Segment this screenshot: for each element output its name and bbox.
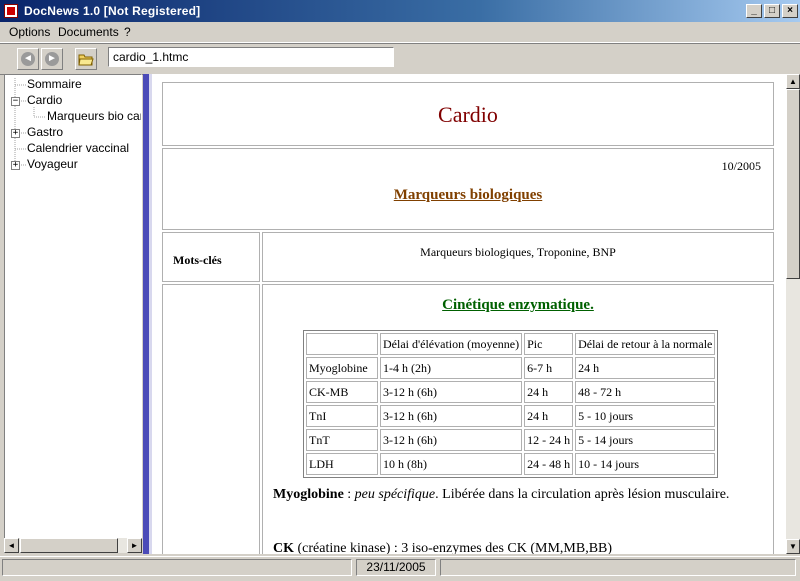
ck-paragraph: CK (créatine kinase) : 3 iso-enzymes des… bbox=[273, 539, 733, 554]
paragraph-emphasis: peu spécifique bbox=[354, 487, 436, 502]
table-cell: 10 - 14 jours bbox=[575, 453, 716, 475]
tree-item-label: Gastro bbox=[27, 125, 64, 139]
table-cell: 24 h bbox=[575, 357, 716, 379]
table-cell: 10 h (8h) bbox=[380, 453, 523, 475]
table-cell: 24 - 48 h bbox=[524, 453, 574, 475]
table-header-row: Délai d'élévation (moyenne) Pic Délai de… bbox=[306, 333, 716, 355]
scroll-thumb[interactable] bbox=[20, 538, 118, 553]
expand-icon[interactable]: + bbox=[11, 129, 20, 138]
myoglobine-paragraph: Myoglobine : peu spécifique. Libérée dan… bbox=[273, 485, 733, 505]
tree-item-sommaire[interactable]: Sommaire bbox=[27, 77, 82, 93]
table-cell: 48 - 72 h bbox=[575, 381, 716, 403]
table-row: LDH 10 h (8h) 24 - 48 h 10 - 14 jours bbox=[306, 453, 716, 475]
tree-item-marqueurs[interactable]: Marqueurs bio cardi bbox=[47, 109, 141, 125]
table-header-cell: Délai de retour à la normale bbox=[575, 333, 716, 355]
tree-item-label: Calendrier vaccinal bbox=[27, 141, 130, 155]
back-button[interactable]: ◄ bbox=[17, 48, 39, 70]
scroll-left-icon[interactable]: ◄ bbox=[4, 538, 19, 553]
section-title: Cinétique enzymatique. bbox=[442, 297, 594, 313]
keywords-label-cell: Mots-clés bbox=[162, 232, 260, 282]
table-cell: 3-12 h (6h) bbox=[380, 405, 523, 427]
title-bar: DocNews 1.0 [Not Registered] _ □ × bbox=[0, 0, 800, 22]
minimize-button[interactable]: _ bbox=[746, 4, 762, 18]
forward-arrow-icon: ► bbox=[45, 52, 59, 66]
back-arrow-icon: ◄ bbox=[21, 52, 35, 66]
expand-icon[interactable]: + bbox=[11, 161, 20, 170]
scroll-thumb[interactable] bbox=[786, 89, 800, 279]
tree-item-calendrier[interactable]: Calendrier vaccinal bbox=[27, 141, 129, 157]
table-header-cell: Délai d'élévation (moyenne) bbox=[380, 333, 523, 355]
table-cell: Myoglobine bbox=[306, 357, 378, 379]
table-row: Myoglobine 1-4 h (2h) 6-7 h 24 h bbox=[306, 357, 716, 379]
scroll-right-icon[interactable]: ► bbox=[127, 538, 142, 553]
table-header-cell: Pic bbox=[524, 333, 574, 355]
tree-item-gastro[interactable]: Gastro bbox=[27, 125, 63, 141]
menu-documents[interactable]: Documents bbox=[58, 25, 119, 39]
table-cell: CK-MB bbox=[306, 381, 378, 403]
table-cell: 24 h bbox=[524, 405, 574, 427]
table-cell: 1-4 h (2h) bbox=[380, 357, 523, 379]
tree-item-label: Sommaire bbox=[27, 77, 82, 91]
status-bar: 23/11/2005 bbox=[0, 556, 800, 581]
table-cell: 5 - 14 jours bbox=[575, 429, 716, 451]
keywords-label: Mots-clés bbox=[173, 253, 222, 267]
tree-horizontal-scrollbar[interactable]: ◄ ► bbox=[4, 538, 142, 553]
paragraph-term: Myoglobine bbox=[273, 487, 344, 502]
table-row: TnI 3-12 h (6h) 24 h 5 - 10 jours bbox=[306, 405, 716, 427]
open-folder-button[interactable] bbox=[75, 48, 97, 70]
paragraph-separator: : bbox=[343, 487, 355, 502]
keywords-value: Marqueurs biologiques, Troponine, BNP bbox=[420, 245, 616, 259]
table-cell: TnI bbox=[306, 405, 378, 427]
keywords-value-cell: Marqueurs biologiques, Troponine, BNP bbox=[262, 232, 774, 282]
tree-item-cardio[interactable]: Cardio bbox=[27, 93, 62, 109]
forward-button[interactable]: ► bbox=[41, 48, 63, 70]
document-subtitle: Marqueurs biologiques bbox=[393, 187, 543, 203]
table-row: CK-MB 3-12 h (6h) 24 h 48 - 72 h bbox=[306, 381, 716, 403]
section-cell: Cinétique enzymatique. Délai d'élévation… bbox=[262, 284, 774, 554]
table-cell: 3-12 h (6h) bbox=[380, 429, 523, 451]
scroll-up-icon[interactable]: ▲ bbox=[786, 74, 800, 89]
folder-icon bbox=[78, 54, 94, 66]
table-cell: 5 - 10 jours bbox=[575, 405, 716, 427]
table-cell: 12 - 24 h bbox=[524, 429, 574, 451]
app-icon[interactable] bbox=[4, 4, 18, 18]
window-title: DocNews 1.0 [Not Registered] bbox=[24, 4, 201, 18]
collapse-icon[interactable]: − bbox=[11, 97, 20, 106]
left-margin-cell bbox=[162, 284, 260, 554]
header-cell: 10/2005 Marqueurs biologiques bbox=[162, 148, 774, 230]
paragraph-text: (créatine kinase) : 3 iso-enzymes des CK… bbox=[294, 541, 613, 554]
scroll-down-icon[interactable]: ▼ bbox=[786, 539, 800, 554]
table-cell: 3-12 h (6h) bbox=[380, 381, 523, 403]
tree-item-label: Voyageur bbox=[27, 157, 78, 171]
enzyme-table: Délai d'élévation (moyenne) Pic Délai de… bbox=[303, 330, 719, 478]
table-cell: 24 h bbox=[524, 381, 574, 403]
table-header-cell bbox=[306, 333, 378, 355]
document-tree: Sommaire − Cardio Marqueurs bio cardi + … bbox=[4, 74, 142, 552]
tree-item-voyageur[interactable]: Voyageur bbox=[27, 157, 78, 173]
paragraph-term: CK bbox=[273, 541, 294, 554]
tree-item-label: Cardio bbox=[27, 93, 63, 107]
tree-item-label: Marqueurs bio cardi bbox=[47, 109, 141, 123]
status-panel bbox=[440, 559, 796, 576]
menu-options[interactable]: Options bbox=[9, 25, 50, 39]
document-date: 10/2005 bbox=[721, 159, 761, 173]
paragraph-text: . Libérée dans la circulation après lési… bbox=[435, 487, 730, 502]
title-cell: Cardio bbox=[162, 82, 774, 146]
status-panel bbox=[2, 559, 352, 576]
status-date: 23/11/2005 bbox=[356, 559, 436, 576]
maximize-button[interactable]: □ bbox=[764, 4, 780, 18]
table-cell: TnT bbox=[306, 429, 378, 451]
table-cell: LDH bbox=[306, 453, 378, 475]
address-input[interactable] bbox=[108, 47, 394, 67]
document-view: Cardio 10/2005 Marqueurs biologiques Mot… bbox=[152, 74, 800, 554]
menu-bar: Options Documents ? bbox=[0, 22, 800, 43]
page-title: Cardio bbox=[438, 102, 498, 127]
table-row: TnT 3-12 h (6h) 12 - 24 h 5 - 14 jours bbox=[306, 429, 716, 451]
table-cell: 6-7 h bbox=[524, 357, 574, 379]
document-vertical-scrollbar[interactable]: ▲ ▼ bbox=[786, 74, 800, 554]
close-button[interactable]: × bbox=[782, 4, 798, 18]
menu-help[interactable]: ? bbox=[124, 25, 131, 39]
